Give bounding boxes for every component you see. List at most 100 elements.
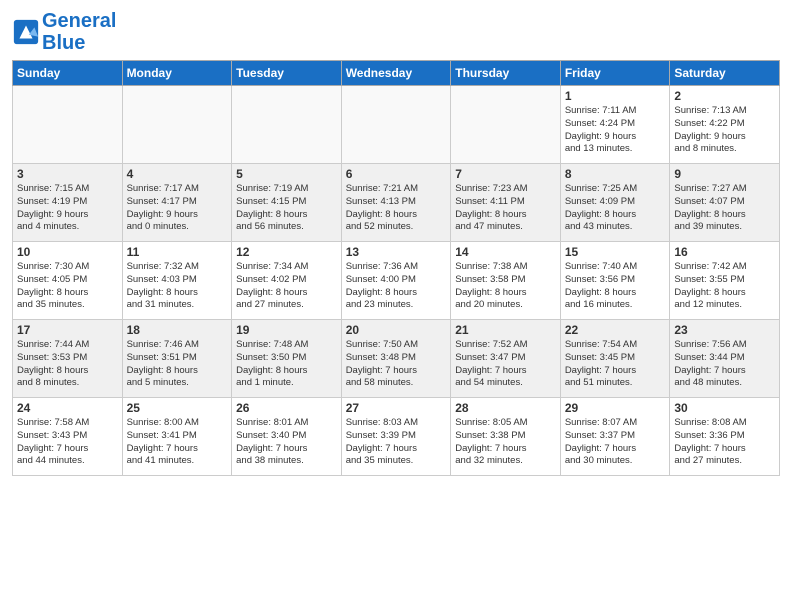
day-info: Sunrise: 7:23 AM Sunset: 4:11 PM Dayligh… <box>455 183 556 234</box>
day-info: Sunrise: 8:05 AM Sunset: 3:38 PM Dayligh… <box>455 417 556 468</box>
day-cell: 1 Sunrise: 7:11 AM Sunset: 4:24 PM Daylig… <box>560 86 670 164</box>
week-row-1: 1 Sunrise: 7:11 AM Sunset: 4:24 PM Daylig… <box>13 86 780 164</box>
day-number: 22 <box>565 323 666 337</box>
logo: General Blue <box>12 10 116 54</box>
week-row-4: 17 Sunrise: 7:44 AM Sunset: 3:53 PM Dayli… <box>13 320 780 398</box>
col-tuesday: Tuesday <box>232 61 342 86</box>
day-info: Sunrise: 7:11 AM Sunset: 4:24 PM Dayligh… <box>565 105 666 156</box>
col-monday: Monday <box>122 61 232 86</box>
day-info: Sunrise: 7:15 AM Sunset: 4:19 PM Dayligh… <box>17 183 118 234</box>
day-info: Sunrise: 7:54 AM Sunset: 3:45 PM Dayligh… <box>565 339 666 390</box>
day-cell: 28 Sunrise: 8:05 AM Sunset: 3:38 PM Dayli… <box>451 398 561 476</box>
day-cell: 11Sunrise: 7:32 AM Sunset: 4:03 PM Dayli… <box>122 242 232 320</box>
day-cell <box>13 86 123 164</box>
day-cell <box>232 86 342 164</box>
day-info: Sunrise: 7:56 AM Sunset: 3:44 PM Dayligh… <box>674 339 775 390</box>
day-number: 29 <box>565 401 666 415</box>
day-info: Sunrise: 7:40 AM Sunset: 3:56 PM Dayligh… <box>565 261 666 312</box>
day-number: 2 <box>674 89 775 103</box>
day-cell: 4Sunrise: 7:17 AM Sunset: 4:17 PM Daylig… <box>122 164 232 242</box>
page-container: General Blue Sunday Monday Tuesday Wedne… <box>0 0 792 482</box>
day-cell: 21Sunrise: 7:52 AM Sunset: 3:47 PM Dayli… <box>451 320 561 398</box>
day-cell: 27Sunrise: 8:03 AM Sunset: 3:39 PM Dayli… <box>341 398 451 476</box>
day-cell: 30 Sunrise: 8:08 AM Sunset: 3:36 PM Dayli… <box>670 398 780 476</box>
day-info: Sunrise: 7:13 AM Sunset: 4:22 PM Dayligh… <box>674 105 775 156</box>
col-saturday: Saturday <box>670 61 780 86</box>
day-number: 30 <box>674 401 775 415</box>
day-cell: 13Sunrise: 7:36 AM Sunset: 4:00 PM Dayli… <box>341 242 451 320</box>
day-number: 24 <box>17 401 118 415</box>
day-number: 9 <box>674 167 775 181</box>
day-cell <box>341 86 451 164</box>
day-info: Sunrise: 7:19 AM Sunset: 4:15 PM Dayligh… <box>236 183 337 234</box>
day-info: Sunrise: 7:38 AM Sunset: 3:58 PM Dayligh… <box>455 261 556 312</box>
calendar-body: 1 Sunrise: 7:11 AM Sunset: 4:24 PM Daylig… <box>13 86 780 476</box>
day-cell: 2 Sunrise: 7:13 AM Sunset: 4:22 PM Daylig… <box>670 86 780 164</box>
day-number: 25 <box>127 401 228 415</box>
day-number: 8 <box>565 167 666 181</box>
day-info: Sunrise: 8:07 AM Sunset: 3:37 PM Dayligh… <box>565 417 666 468</box>
week-row-3: 10 Sunrise: 7:30 AM Sunset: 4:05 PM Dayli… <box>13 242 780 320</box>
day-info: Sunrise: 7:30 AM Sunset: 4:05 PM Dayligh… <box>17 261 118 312</box>
logo-blue: Blue <box>42 32 85 54</box>
day-info: Sunrise: 8:01 AM Sunset: 3:40 PM Dayligh… <box>236 417 337 468</box>
col-friday: Friday <box>560 61 670 86</box>
day-number: 10 <box>17 245 118 259</box>
day-info: Sunrise: 7:48 AM Sunset: 3:50 PM Dayligh… <box>236 339 337 390</box>
day-number: 26 <box>236 401 337 415</box>
day-cell: 20Sunrise: 7:50 AM Sunset: 3:48 PM Dayli… <box>341 320 451 398</box>
day-number: 16 <box>674 245 775 259</box>
day-info: Sunrise: 7:58 AM Sunset: 3:43 PM Dayligh… <box>17 417 118 468</box>
day-number: 12 <box>236 245 337 259</box>
day-cell: 24 Sunrise: 7:58 AM Sunset: 3:43 PM Dayli… <box>13 398 123 476</box>
day-cell: 12 Sunrise: 7:34 AM Sunset: 4:02 PM Dayli… <box>232 242 342 320</box>
day-info: Sunrise: 7:50 AM Sunset: 3:48 PM Dayligh… <box>346 339 447 390</box>
day-info: Sunrise: 7:44 AM Sunset: 3:53 PM Dayligh… <box>17 339 118 390</box>
day-number: 14 <box>455 245 556 259</box>
day-cell: 5Sunrise: 7:19 AM Sunset: 4:15 PM Daylig… <box>232 164 342 242</box>
col-sunday: Sunday <box>13 61 123 86</box>
calendar-table: Sunday Monday Tuesday Wednesday Thursday… <box>12 60 780 476</box>
day-cell: 3 Sunrise: 7:15 AM Sunset: 4:19 PM Daylig… <box>13 164 123 242</box>
day-cell: 26 Sunrise: 8:01 AM Sunset: 3:40 PM Dayli… <box>232 398 342 476</box>
day-info: Sunrise: 7:34 AM Sunset: 4:02 PM Dayligh… <box>236 261 337 312</box>
day-number: 4 <box>127 167 228 181</box>
day-number: 21 <box>455 323 556 337</box>
day-cell <box>451 86 561 164</box>
day-number: 28 <box>455 401 556 415</box>
day-cell: 14 Sunrise: 7:38 AM Sunset: 3:58 PM Dayli… <box>451 242 561 320</box>
day-info: Sunrise: 8:00 AM Sunset: 3:41 PM Dayligh… <box>127 417 228 468</box>
day-number: 7 <box>455 167 556 181</box>
logo-general: General <box>42 10 116 32</box>
day-info: Sunrise: 7:36 AM Sunset: 4:00 PM Dayligh… <box>346 261 447 312</box>
day-cell: 16 Sunrise: 7:42 AM Sunset: 3:55 PM Dayli… <box>670 242 780 320</box>
day-cell: 8 Sunrise: 7:25 AM Sunset: 4:09 PM Daylig… <box>560 164 670 242</box>
day-cell: 29 Sunrise: 8:07 AM Sunset: 3:37 PM Dayli… <box>560 398 670 476</box>
day-cell: 25 Sunrise: 8:00 AM Sunset: 3:41 PM Dayli… <box>122 398 232 476</box>
header-row: Sunday Monday Tuesday Wednesday Thursday… <box>13 61 780 86</box>
logo-icon <box>12 18 40 46</box>
day-info: Sunrise: 7:27 AM Sunset: 4:07 PM Dayligh… <box>674 183 775 234</box>
day-cell: 23 Sunrise: 7:56 AM Sunset: 3:44 PM Dayli… <box>670 320 780 398</box>
day-info: Sunrise: 7:21 AM Sunset: 4:13 PM Dayligh… <box>346 183 447 234</box>
day-cell: 9 Sunrise: 7:27 AM Sunset: 4:07 PM Daylig… <box>670 164 780 242</box>
day-number: 1 <box>565 89 666 103</box>
day-number: 27 <box>346 401 447 415</box>
day-cell: 19 Sunrise: 7:48 AM Sunset: 3:50 PM Dayli… <box>232 320 342 398</box>
week-row-2: 3 Sunrise: 7:15 AM Sunset: 4:19 PM Daylig… <box>13 164 780 242</box>
day-number: 17 <box>17 323 118 337</box>
day-cell: 22 Sunrise: 7:54 AM Sunset: 3:45 PM Dayli… <box>560 320 670 398</box>
day-number: 6 <box>346 167 447 181</box>
day-number: 3 <box>17 167 118 181</box>
day-number: 11 <box>127 245 228 259</box>
day-info: Sunrise: 7:46 AM Sunset: 3:51 PM Dayligh… <box>127 339 228 390</box>
col-wednesday: Wednesday <box>341 61 451 86</box>
day-info: Sunrise: 7:25 AM Sunset: 4:09 PM Dayligh… <box>565 183 666 234</box>
day-info: Sunrise: 8:08 AM Sunset: 3:36 PM Dayligh… <box>674 417 775 468</box>
day-info: Sunrise: 7:42 AM Sunset: 3:55 PM Dayligh… <box>674 261 775 312</box>
day-number: 23 <box>674 323 775 337</box>
day-cell: 10 Sunrise: 7:30 AM Sunset: 4:05 PM Dayli… <box>13 242 123 320</box>
day-number: 19 <box>236 323 337 337</box>
day-cell <box>122 86 232 164</box>
day-cell: 18Sunrise: 7:46 AM Sunset: 3:51 PM Dayli… <box>122 320 232 398</box>
